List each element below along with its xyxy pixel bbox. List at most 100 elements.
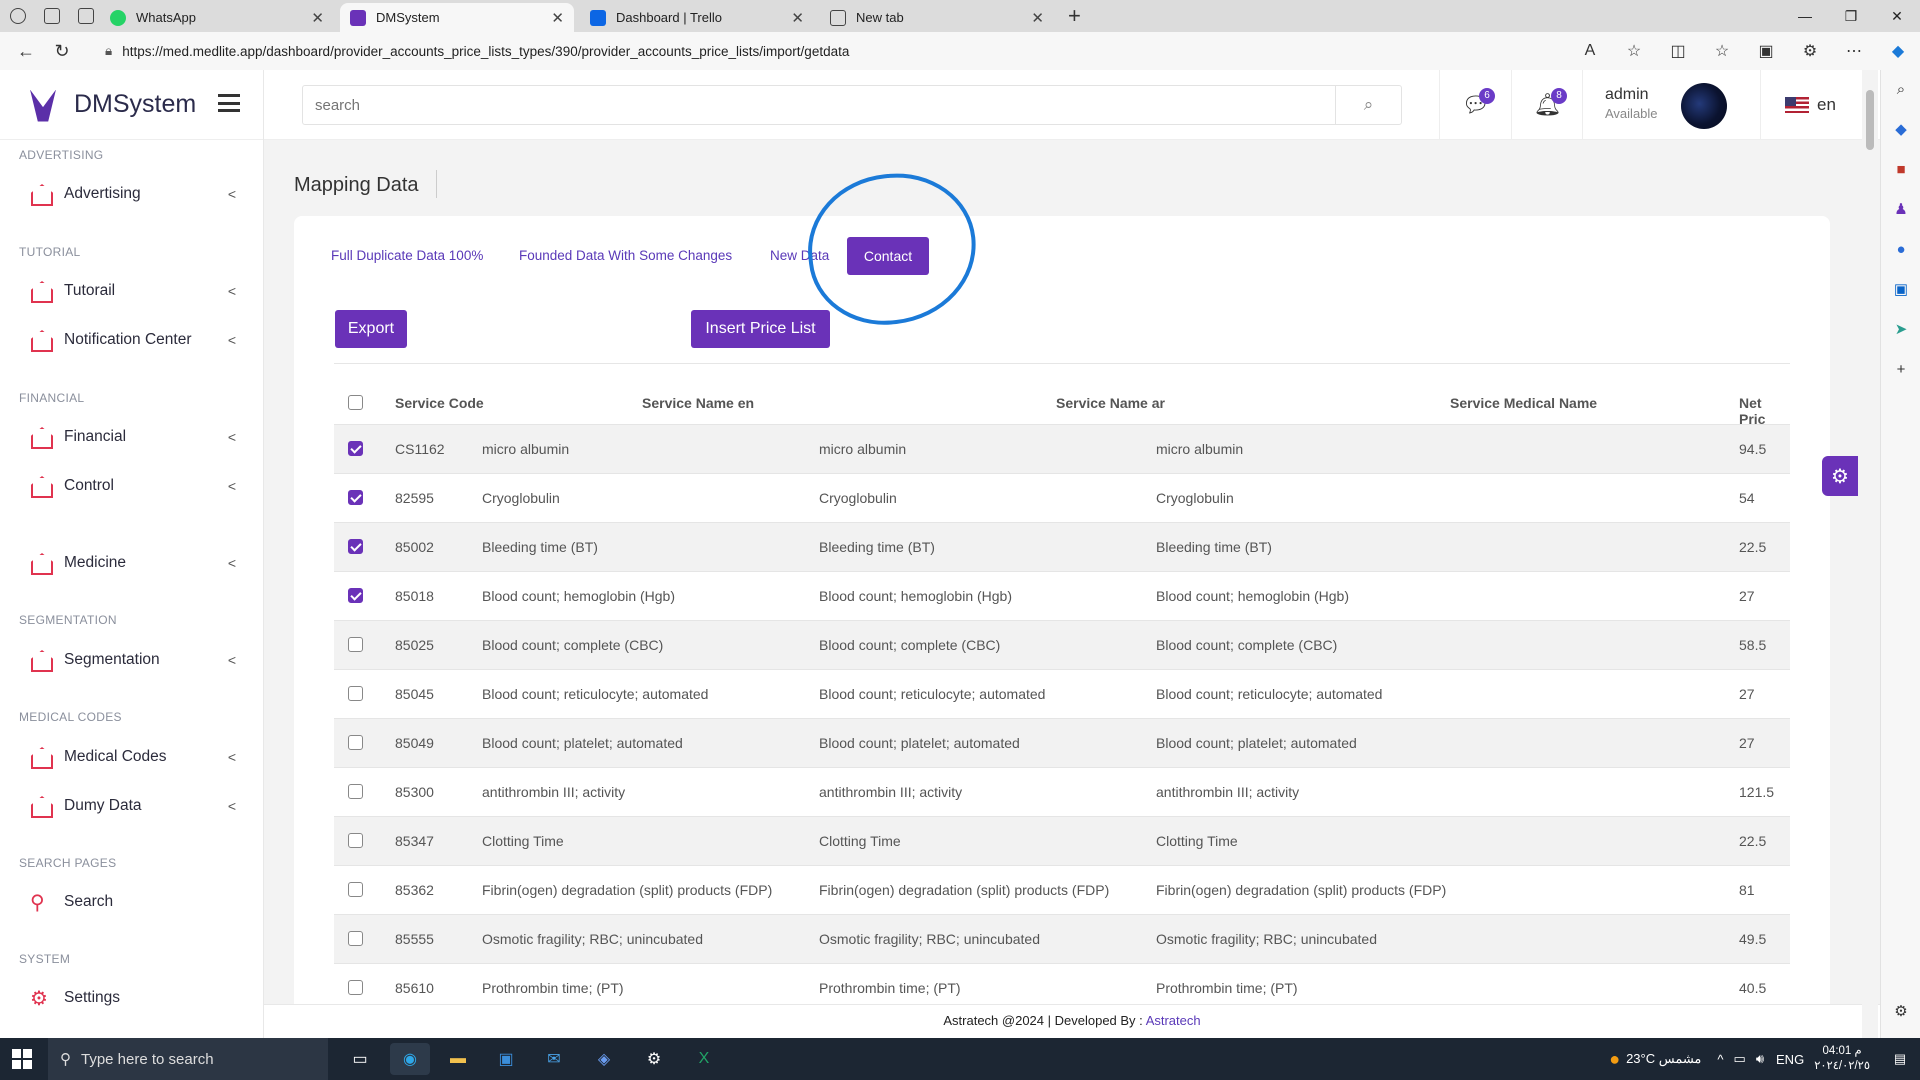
- browser-tab-newtab[interactable]: New tab ✕: [820, 3, 1054, 32]
- sidebar-settings-icon[interactable]: ⚙: [1881, 992, 1920, 1032]
- refresh-icon[interactable]: ↻: [44, 33, 80, 69]
- table-row[interactable]: 85300 antithrombin III; activity antithrom…: [334, 767, 1790, 816]
- profile-icon[interactable]: [10, 8, 26, 24]
- restore-icon[interactable]: ❐: [1828, 0, 1874, 32]
- excel-icon[interactable]: X: [684, 1043, 724, 1075]
- weather-text[interactable]: 23°C مشمس: [1626, 1051, 1701, 1067]
- shopping-icon[interactable]: ◆: [1881, 110, 1920, 150]
- sidebar-item-tutorail[interactable]: Tutorail <: [0, 271, 264, 311]
- m365-icon[interactable]: ●: [1881, 230, 1920, 270]
- sidebar-item-medicine[interactable]: Medicine <: [0, 543, 264, 583]
- row-checkbox[interactable]: [348, 441, 363, 456]
- table-row[interactable]: 85362 Fibrin(ogen) degradation (split) pr…: [334, 865, 1790, 914]
- notifications-button[interactable]: 🔔︎ 8: [1511, 70, 1583, 140]
- close-icon[interactable]: ✕: [551, 9, 564, 27]
- sidebar-item-control[interactable]: Control <: [0, 466, 264, 506]
- minimize-icon[interactable]: —: [1782, 0, 1828, 32]
- windows-start-icon[interactable]: [12, 1049, 32, 1069]
- close-icon[interactable]: ✕: [1031, 9, 1044, 27]
- tools-icon[interactable]: ■: [1881, 150, 1920, 190]
- tab-founded-changes[interactable]: Founded Data With Some Changes: [519, 248, 732, 263]
- search-icon[interactable]: ⌕: [1881, 70, 1920, 110]
- collections-icon[interactable]: ▣: [1744, 41, 1788, 61]
- tab-actions-icon[interactable]: [78, 8, 94, 24]
- workspaces-icon[interactable]: [44, 8, 60, 24]
- header-net-price[interactable]: Net Pric: [1739, 395, 1790, 427]
- notifications-center-icon[interactable]: ▤: [1880, 1051, 1920, 1067]
- header-medical-name[interactable]: Service Medical Name: [1450, 395, 1597, 411]
- file-explorer-icon[interactable]: ▬: [438, 1043, 478, 1075]
- browser-tab-whatsapp[interactable]: WhatsApp ✕: [100, 3, 334, 32]
- extensions-icon[interactable]: ⚙: [1788, 41, 1832, 61]
- add-icon[interactable]: +: [1881, 350, 1920, 390]
- edge-app-icon[interactable]: ◉: [390, 1043, 430, 1075]
- messages-button[interactable]: 💬︎ 6: [1439, 70, 1511, 140]
- favorite-star-icon[interactable]: ☆: [1612, 41, 1656, 61]
- search-button[interactable]: ⌕: [1335, 86, 1401, 124]
- sidebar-item-notification-center[interactable]: Notification Center <: [0, 320, 264, 360]
- close-window-icon[interactable]: ✕: [1874, 0, 1920, 32]
- table-row[interactable]: 85555 Osmotic fragility; RBC; unincubated…: [334, 914, 1790, 963]
- store-icon[interactable]: ▣: [486, 1043, 526, 1075]
- row-checkbox[interactable]: [348, 931, 363, 946]
- sidebar-item-medical-codes[interactable]: Medical Codes <: [0, 737, 264, 777]
- header-service-name-en[interactable]: Service Name en: [642, 395, 754, 411]
- sidebar-item-settings[interactable]: ⚙ Settings: [0, 978, 264, 1018]
- export-button[interactable]: Export: [335, 310, 407, 348]
- row-checkbox[interactable]: [348, 588, 363, 603]
- row-checkbox[interactable]: [348, 784, 363, 799]
- browser-tab-trello[interactable]: Dashboard | Trello ✕: [580, 3, 814, 32]
- user-menu[interactable]: admin Available: [1582, 70, 1760, 140]
- browser-tab-dmsystem[interactable]: DMSystem ✕: [340, 3, 574, 32]
- table-row[interactable]: 85347 Clotting Time Clotting Time Clotting …: [334, 816, 1790, 865]
- volume-icon[interactable]: 🔊︎: [1756, 1051, 1764, 1067]
- row-checkbox[interactable]: [348, 637, 363, 652]
- row-checkbox[interactable]: [348, 490, 363, 505]
- table-row[interactable]: CS1162 micro albumin micro albumin micro al…: [334, 424, 1790, 473]
- row-checkbox[interactable]: [348, 833, 363, 848]
- table-row[interactable]: 85049 Blood count; platelet; automated Blo…: [334, 718, 1790, 767]
- sidebar-item-dumy-data[interactable]: Dumy Data <: [0, 786, 264, 826]
- split-screen-icon[interactable]: ◫: [1656, 41, 1700, 61]
- header-service-code[interactable]: Service Code: [395, 395, 484, 411]
- header-service-name-ar[interactable]: Service Name ar: [1056, 395, 1165, 411]
- scroll-thumb[interactable]: [1866, 90, 1874, 150]
- close-icon[interactable]: ✕: [791, 9, 804, 27]
- taskbar-search[interactable]: ⚲ Type here to search: [48, 1038, 328, 1080]
- send-icon[interactable]: ➤: [1881, 310, 1920, 350]
- insert-price-list-button[interactable]: Insert Price List: [691, 310, 830, 348]
- url-field[interactable]: 🔒︎ https://med.medlite.app/dashboard/pro…: [105, 37, 1615, 65]
- footer-link[interactable]: Astratech: [1146, 1013, 1201, 1028]
- close-icon[interactable]: ✕: [311, 9, 324, 27]
- read-aloud-icon[interactable]: A: [1568, 42, 1612, 60]
- row-checkbox[interactable]: [348, 882, 363, 897]
- input-language[interactable]: ENG: [1776, 1052, 1804, 1067]
- sidebar-item-search[interactable]: ⚲ Search: [0, 882, 264, 922]
- row-checkbox[interactable]: [348, 539, 363, 554]
- sidebar-item-financial[interactable]: Financial <: [0, 417, 264, 457]
- app-icon[interactable]: ◈: [584, 1043, 624, 1075]
- games-icon[interactable]: ♟: [1881, 190, 1920, 230]
- tab-full-duplicate[interactable]: Full Duplicate Data 100%: [331, 248, 483, 263]
- table-row[interactable]: 85025 Blood count; complete (CBC) Blood co…: [334, 620, 1790, 669]
- copilot-icon[interactable]: ◆: [1876, 41, 1920, 61]
- table-row[interactable]: 82595 Cryoglobulin Cryoglobulin Cryoglobuli…: [334, 473, 1790, 522]
- row-checkbox[interactable]: [348, 735, 363, 750]
- table-row[interactable]: 85002 Bleeding time (BT) Bleeding time (BT…: [334, 522, 1790, 571]
- search-input[interactable]: [303, 86, 1335, 124]
- tray-chevron-icon[interactable]: ^: [1717, 1052, 1723, 1067]
- table-row[interactable]: 85045 Blood count; reticulocyte; automate…: [334, 669, 1790, 718]
- more-menu-icon[interactable]: ⋯: [1832, 41, 1876, 61]
- sidebar-item-segmentation[interactable]: Segmentation <: [0, 640, 264, 680]
- table-row[interactable]: 85018 Blood count; hemoglobin (Hgb) Blood …: [334, 571, 1790, 620]
- theme-settings-gear-icon[interactable]: ⚙: [1822, 456, 1858, 496]
- sidebar-item-advertising[interactable]: Advertising <: [0, 174, 264, 214]
- row-checkbox[interactable]: [348, 686, 363, 701]
- network-icon[interactable]: ▭: [1734, 1051, 1746, 1067]
- row-checkbox[interactable]: [348, 980, 363, 995]
- page-scrollbar[interactable]: [1862, 70, 1878, 1038]
- mail-icon[interactable]: ✉: [534, 1043, 574, 1075]
- select-all-checkbox[interactable]: [348, 395, 363, 410]
- favorites-icon[interactable]: ☆: [1700, 41, 1744, 61]
- lock-icon[interactable]: 🔒︎: [105, 43, 112, 59]
